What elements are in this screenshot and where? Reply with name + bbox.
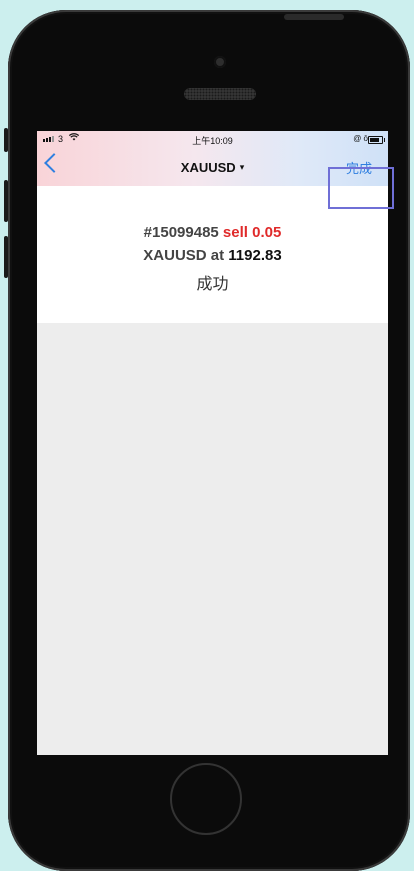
order-number: #15099485	[143, 224, 223, 241]
mute-switch	[4, 128, 8, 152]
status-bar: 3 上午10:09 @ ō	[37, 131, 388, 149]
dropdown-caret-icon: ▾	[239, 162, 245, 172]
order-side-volume: sell 0.05	[222, 224, 282, 241]
status-message: 成功	[196, 276, 229, 293]
alarm-lock-icons: @ ō	[353, 134, 368, 143]
execution-price: 1192.83	[228, 247, 282, 264]
volume-down-button	[4, 236, 8, 278]
status-time: 上午10:09	[192, 136, 233, 146]
symbol-title: XAUUSD ▾	[37, 160, 388, 175]
power-button	[284, 14, 344, 20]
symbol-title-text: XAUUSD	[180, 160, 236, 175]
screen: 3 上午10:09 @ ō XAUUSD ▾ 完成 #15099485 sell…	[37, 131, 388, 755]
home-button[interactable]	[170, 763, 242, 835]
execution-symbol: XAUUSD at	[143, 247, 229, 264]
order-line: #15099485 sell 0.05	[37, 224, 388, 241]
done-button[interactable]: 完成	[346, 158, 372, 177]
symbol-selector[interactable]: XAUUSD ▾	[181, 160, 244, 175]
nav-header: 3 上午10:09 @ ō XAUUSD ▾ 完成	[37, 131, 388, 186]
battery-icon	[368, 136, 385, 144]
execution-line: XAUUSD at 1192.83	[37, 247, 388, 264]
earpiece-speaker	[184, 88, 256, 100]
front-camera	[214, 56, 226, 68]
order-result-card: #15099485 sell 0.05 XAUUSD at 1192.83 成功	[37, 186, 388, 323]
volume-up-button	[4, 180, 8, 222]
